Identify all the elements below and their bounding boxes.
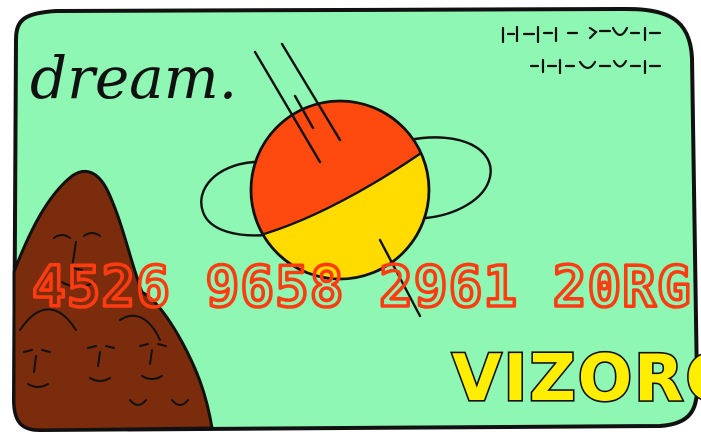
brand-wordmark: dream.	[30, 44, 237, 112]
credit-card-illustration: dream. 4526 9658 2961 20RG VIZOR	[12, 6, 701, 432]
issuer-logo: VIZORG	[452, 342, 701, 416]
card-number: 4526 9658 2961 20RG	[32, 255, 692, 320]
